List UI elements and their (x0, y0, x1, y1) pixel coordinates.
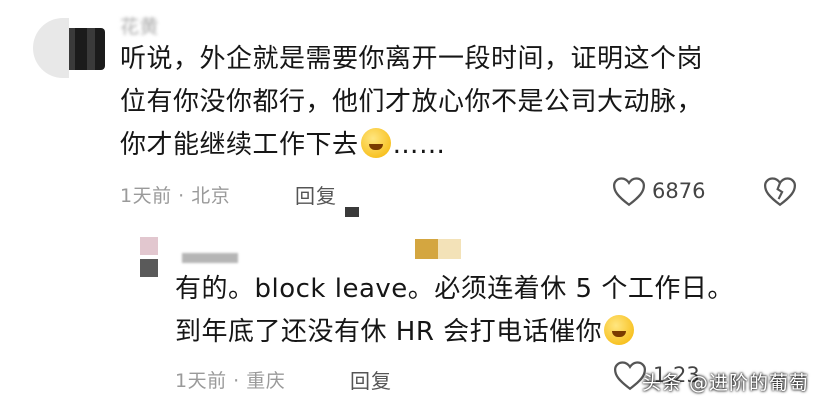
comment-body: 听说，外企就是需要你离开一段时间，证明这个岗 位有你没你都行，他们才放心你不是公… (120, 38, 810, 167)
reply-avatar[interactable] (140, 237, 162, 279)
reply-line-text: 到年底了还没有休 HR 会打电话催你 (175, 317, 603, 347)
comment-avatar[interactable] (33, 18, 107, 78)
comment-like-button[interactable]: 6876 (612, 176, 722, 210)
reply-meta: 1天前 · 重庆 (175, 370, 286, 392)
comment-line: 听说，外企就是需要你离开一段时间，证明这个岗 (120, 44, 704, 74)
redaction-block (345, 207, 359, 217)
reply-username[interactable] (182, 253, 238, 263)
reply-reply-button[interactable]: 回复 (350, 365, 392, 394)
comment-reply-button[interactable]: 回复 (295, 180, 337, 209)
comment-line: 你才能继续工作下去 …… (120, 124, 810, 167)
comment-meta: 1天前 · 北京 (120, 185, 231, 207)
redaction-block (415, 239, 461, 259)
watermark: 头条 @进阶的葡萄 (642, 372, 810, 394)
comment-line: 位有你没你都行，他们才放心你不是公司大动脉， (120, 87, 704, 117)
comment-line-suffix: …… (392, 130, 446, 160)
reply-body: 有的。block leave。必须连着休 5 个工作日。 到年底了还没有休 HR… (175, 268, 815, 354)
comment-line-text: 你才能继续工作下去 (120, 130, 359, 160)
comment-like-count: 6876 (652, 179, 706, 203)
laughing-emoji-icon (360, 128, 391, 158)
heart-icon (612, 177, 646, 207)
broken-heart-icon[interactable] (763, 176, 797, 208)
reply-line: 到年底了还没有休 HR 会打电话催你 (175, 311, 815, 354)
reply-line: 有的。block leave。必须连着休 5 个工作日。 (175, 274, 734, 304)
comment-username[interactable]: 花黄 (120, 12, 159, 39)
grinning-emoji-icon (604, 315, 635, 345)
